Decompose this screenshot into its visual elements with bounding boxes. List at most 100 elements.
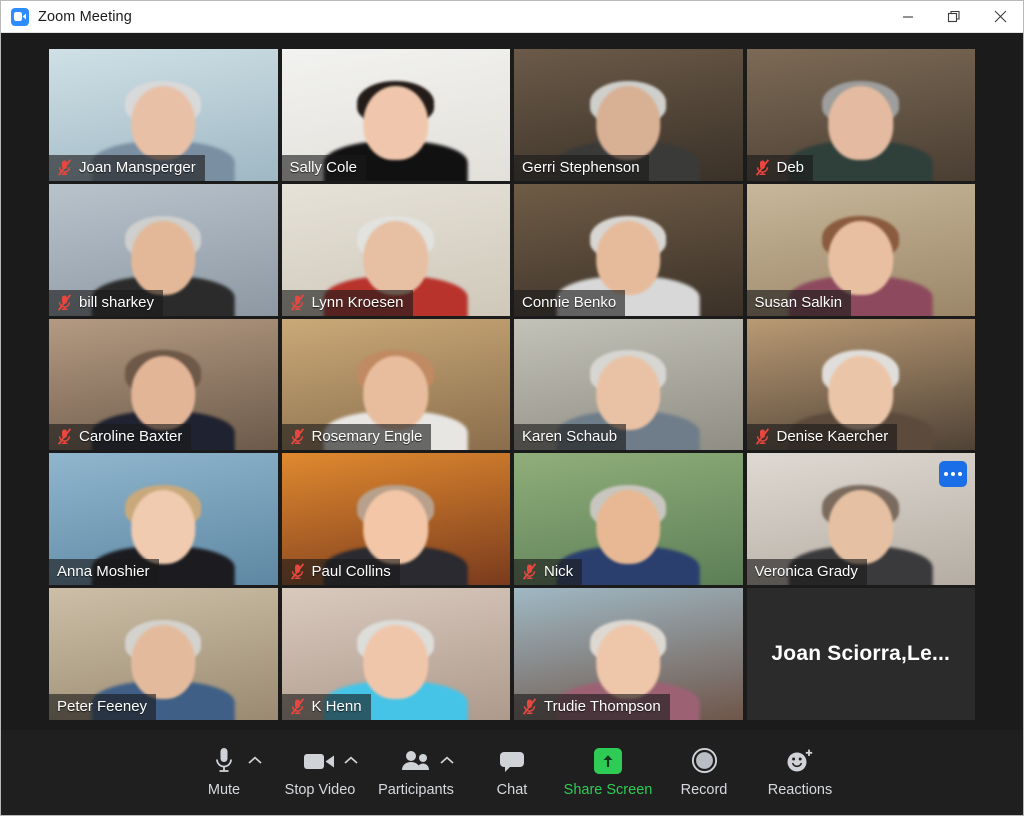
participant-name: Peter Feeney <box>57 698 148 715</box>
figure-head <box>828 220 893 295</box>
toolbar-button-label: Share Screen <box>563 781 653 798</box>
participant-tile[interactable]: Veronica Grady <box>746 453 975 586</box>
video-area: Joan Mansperger Sally Cole Gerri Stephenso… <box>1 33 1023 730</box>
participant-name-badge: Gerri Stephenson <box>514 154 649 181</box>
record-icon <box>691 746 718 776</box>
participant-name: Susan Salkin <box>754 293 843 311</box>
participant-name: Lynn Kroesen <box>311 293 404 311</box>
participant-name: Rosemary Engle <box>311 428 423 446</box>
participant-name: Denise Kaercher <box>776 428 889 446</box>
participant-name-badge: Veronica Grady <box>746 559 867 586</box>
participant-name-badge: Sally Cole <box>281 154 367 181</box>
participant-tile[interactable]: Denise Kaercher <box>746 318 975 451</box>
muted-mic-icon <box>57 293 72 311</box>
figure-head <box>596 85 661 160</box>
participant-tile[interactable]: Nick <box>514 453 743 586</box>
participant-name: Joan Mansperger <box>79 158 196 176</box>
participant-tile[interactable]: Sally Cole <box>281 49 510 181</box>
participant-grid: Joan Mansperger Sally Cole Gerri Stephenso… <box>49 49 975 720</box>
zoom-video-icon <box>11 7 29 26</box>
participant-name-badge: Anna Moshier <box>49 559 159 586</box>
participant-name-placeholder: Joan Sciorra,Le... <box>771 642 951 666</box>
participant-tile[interactable]: Paul Collins <box>281 453 510 586</box>
participant-name: Trudie Thompson <box>544 698 661 715</box>
toolbar-group: Stop Video <box>272 740 368 802</box>
toolbar-button-label: Reactions <box>767 781 833 798</box>
participant-name: bill sharkey <box>79 293 155 311</box>
figure-head <box>131 220 196 295</box>
participant-name: Deb <box>776 158 805 176</box>
chevron-up-icon[interactable] <box>244 740 266 802</box>
figure-head <box>596 220 661 295</box>
participant-tile[interactable]: Gerri Stephenson <box>514 49 743 181</box>
participant-name-badge: Peter Feeney <box>49 694 157 720</box>
toolbar-group: Share Screen <box>560 740 656 802</box>
muted-mic-icon <box>522 698 537 715</box>
toolbar-button-chat[interactable]: Chat <box>464 740 560 802</box>
participant-tile[interactable]: Rosemary Engle <box>281 318 510 451</box>
participant-tile[interactable]: Joan Mansperger <box>49 49 278 181</box>
participant-tile[interactable]: Susan Salkin <box>746 183 975 316</box>
chevron-up-icon[interactable] <box>436 740 458 802</box>
zoom-meeting-window: Zoom Meeting Joan Mansperger Sally Cole Ge… <box>0 0 1024 816</box>
participant-name: Connie Benko <box>522 293 617 311</box>
participant-name-badge: Susan Salkin <box>746 289 852 316</box>
participant-tile[interactable]: Trudie Thompson <box>514 588 743 720</box>
toolbar-button-record[interactable]: Record <box>656 740 752 802</box>
participant-tile[interactable]: Karen Schaub <box>514 318 743 451</box>
participant-name: Anna Moshier <box>57 563 150 581</box>
figure-head <box>828 355 893 430</box>
restore-icon[interactable] <box>931 1 977 32</box>
toolbar-button-share-screen[interactable]: Share Screen <box>560 740 656 802</box>
toolbar-group: Record <box>656 740 752 802</box>
minimize-icon[interactable] <box>885 1 931 32</box>
figure-head <box>596 625 661 700</box>
figure-head <box>131 355 196 430</box>
toolbar-group: Participants <box>368 740 464 802</box>
muted-mic-icon <box>290 563 304 580</box>
participant-tile[interactable]: Joan Sciorra,Le... <box>746 588 975 720</box>
participant-tile[interactable]: bill sharkey <box>49 183 278 316</box>
participant-name: Veronica Grady <box>754 563 858 581</box>
toolbar-button-label: Mute <box>207 781 241 798</box>
muted-mic-icon <box>290 428 304 446</box>
muted-mic-icon <box>57 428 72 446</box>
participant-tile[interactable]: K Henn <box>281 588 510 720</box>
toolbar-group: Reactions <box>752 740 848 802</box>
participant-name-badge: Deb <box>746 154 814 181</box>
participant-name-badge: Denise Kaercher <box>746 424 898 451</box>
participant-tile[interactable]: Caroline Baxter <box>49 318 278 451</box>
participant-tile[interactable]: Deb <box>746 49 975 181</box>
share-screen-square <box>594 747 622 774</box>
figure-head <box>363 490 428 565</box>
figure-head <box>131 625 196 700</box>
figure-head <box>363 355 428 430</box>
figure-head <box>596 355 661 430</box>
participant-name-badge: Joan Mansperger <box>49 154 205 181</box>
muted-mic-icon <box>290 293 304 311</box>
participant-tile[interactable]: Lynn Kroesen <box>281 183 510 316</box>
participant-figure <box>556 485 700 586</box>
muted-mic-icon <box>755 428 769 446</box>
participant-tile[interactable]: Anna Moshier <box>49 453 278 586</box>
toolbar-button-label: Record <box>680 781 728 798</box>
participant-name-badge: Trudie Thompson <box>514 694 670 720</box>
participant-tile[interactable]: Peter Feeney <box>49 588 278 720</box>
more-options-icon[interactable] <box>939 461 967 488</box>
close-icon[interactable] <box>977 1 1023 32</box>
toolbar-button-reactions[interactable]: Reactions <box>752 740 848 802</box>
figure-head <box>363 625 428 700</box>
chevron-up-icon[interactable] <box>340 740 362 802</box>
title-bar: Zoom Meeting <box>1 1 1023 33</box>
participant-tile[interactable]: Connie Benko <box>514 183 743 316</box>
participant-name: Caroline Baxter <box>79 428 183 446</box>
video-camera-icon <box>303 746 337 776</box>
participant-name-badge: Karen Schaub <box>514 424 627 451</box>
participant-name-badge: Rosemary Engle <box>281 424 432 451</box>
muted-mic-icon <box>57 159 72 176</box>
participants-icon <box>400 746 432 776</box>
participant-name-badge: Lynn Kroesen <box>281 289 413 316</box>
participant-name: Sally Cole <box>289 158 358 176</box>
figure-head <box>828 490 893 565</box>
muted-mic-icon <box>290 698 304 715</box>
